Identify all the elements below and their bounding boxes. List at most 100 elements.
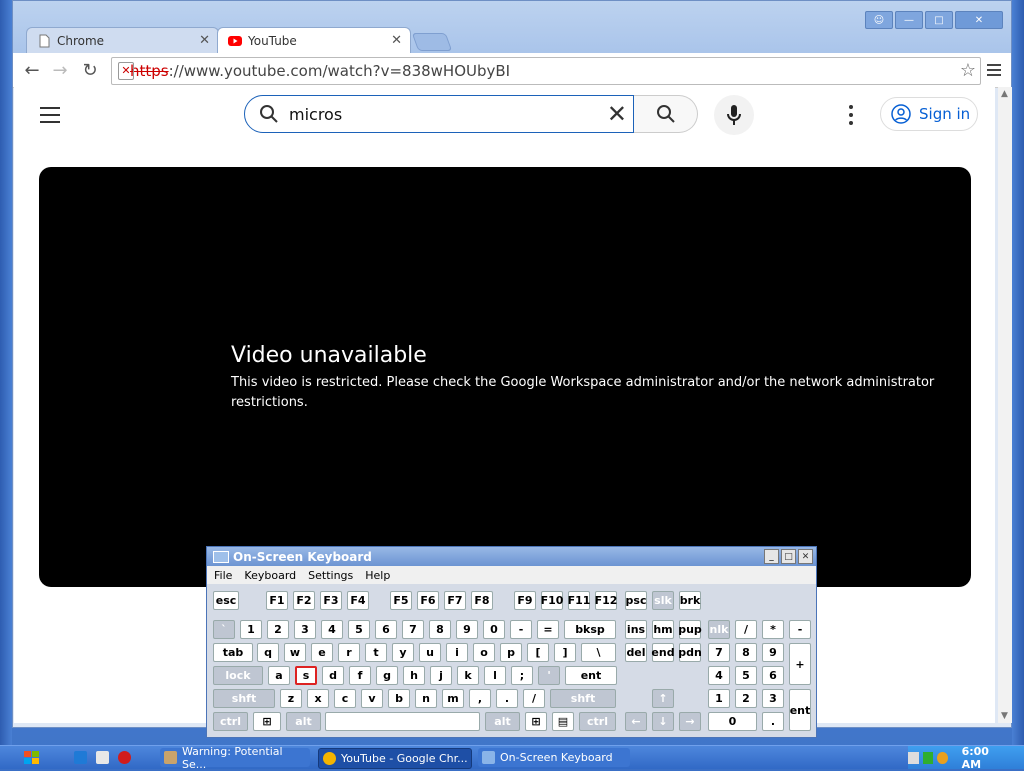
key-t[interactable]: t: [365, 643, 387, 662]
osk-maximize-button[interactable]: □: [781, 549, 796, 564]
back-button[interactable]: ←: [21, 59, 43, 81]
key-ins[interactable]: ins: [625, 620, 647, 639]
key-F2[interactable]: F2: [293, 591, 315, 610]
new-tab-button[interactable]: [411, 33, 453, 51]
scroll-down-icon[interactable]: ▼: [1001, 711, 1008, 721]
key-←[interactable]: ←: [625, 712, 647, 731]
key-4[interactable]: 4: [708, 666, 730, 685]
key-c[interactable]: c: [334, 689, 356, 708]
forward-button[interactable]: →: [49, 59, 71, 81]
menu-file[interactable]: File: [214, 569, 232, 582]
key-F3[interactable]: F3: [320, 591, 342, 610]
clear-search-icon[interactable]: ✕: [607, 102, 627, 126]
key-F11[interactable]: F11: [568, 591, 590, 610]
key-numpad-ent[interactable]: ent: [789, 689, 811, 731]
key-space[interactable]: [325, 712, 480, 731]
key-3[interactable]: 3: [762, 689, 784, 708]
key-.[interactable]: .: [496, 689, 518, 708]
search-input[interactable]: micros ✕: [244, 95, 634, 133]
key-tab[interactable]: tab: [213, 643, 253, 662]
key-alt[interactable]: alt: [485, 712, 520, 731]
key-s[interactable]: s: [295, 666, 317, 685]
close-tab-icon[interactable]: ✕: [199, 33, 210, 48]
key-pup[interactable]: pup: [678, 620, 702, 639]
key-r[interactable]: r: [338, 643, 360, 662]
sign-in-button[interactable]: Sign in: [880, 97, 978, 131]
close-window-button[interactable]: ✕: [955, 11, 1003, 29]
key-v[interactable]: v: [361, 689, 383, 708]
key-numpad-+[interactable]: +: [789, 643, 811, 685]
key-j[interactable]: j: [430, 666, 452, 685]
key-2[interactable]: 2: [735, 689, 757, 708]
taskbar-item-youtube[interactable]: YouTube - Google Chr...: [318, 748, 472, 769]
key-end[interactable]: end: [651, 643, 675, 662]
key-7[interactable]: 7: [708, 643, 730, 662]
key-l[interactable]: l: [484, 666, 506, 685]
hamburger-menu-icon[interactable]: [40, 107, 60, 123]
bookmark-star-icon[interactable]: ☆: [960, 60, 976, 81]
key-F5[interactable]: F5: [390, 591, 412, 610]
more-options-icon[interactable]: [848, 105, 854, 125]
taskbar-item-osk[interactable]: On-Screen Keyboard: [478, 748, 630, 767]
osk-minimize-button[interactable]: _: [764, 549, 779, 564]
tab-youtube[interactable]: YouTube ✕: [217, 27, 411, 53]
key-6[interactable]: 6: [762, 666, 784, 685]
tab-chrome[interactable]: Chrome ✕: [26, 27, 219, 53]
key-F8[interactable]: F8: [471, 591, 493, 610]
key-F7[interactable]: F7: [444, 591, 466, 610]
key-F10[interactable]: F10: [541, 591, 563, 610]
key-psc[interactable]: psc: [625, 591, 647, 610]
key-F1[interactable]: F1: [266, 591, 288, 610]
key-'[interactable]: ': [538, 666, 560, 685]
key-ctrl[interactable]: ctrl: [579, 712, 616, 731]
key-▤[interactable]: ▤: [552, 712, 574, 731]
key-;[interactable]: ;: [511, 666, 533, 685]
page-scrollbar[interactable]: ▲ ▼: [998, 87, 1012, 723]
key-→[interactable]: →: [679, 712, 701, 731]
minimize-button[interactable]: —: [895, 11, 923, 29]
key-9[interactable]: 9: [762, 643, 784, 662]
key-o[interactable]: o: [473, 643, 495, 662]
key-5[interactable]: 5: [348, 620, 370, 639]
key-ent[interactable]: ent: [565, 666, 617, 685]
maximize-button[interactable]: □: [925, 11, 953, 29]
start-button[interactable]: [24, 748, 40, 767]
key-8[interactable]: 8: [429, 620, 451, 639]
key-/[interactable]: /: [735, 620, 757, 639]
key-0[interactable]: 0: [708, 712, 757, 731]
key-w[interactable]: w: [284, 643, 306, 662]
key-h[interactable]: h: [403, 666, 425, 685]
taskbar-item-warning[interactable]: Warning: Potential Se...: [160, 745, 310, 771]
key-q[interactable]: q: [257, 643, 279, 662]
key-↑[interactable]: ↑: [652, 689, 674, 708]
key-y[interactable]: y: [392, 643, 414, 662]
key-F4[interactable]: F4: [347, 591, 369, 610]
osk-close-button[interactable]: ✕: [798, 549, 813, 564]
app-quicklaunch-icon[interactable]: [92, 748, 114, 767]
key-\[interactable]: \: [581, 643, 616, 662]
key-brk[interactable]: brk: [679, 591, 701, 610]
key-[[interactable]: [: [527, 643, 549, 662]
key-,[interactable]: ,: [469, 689, 491, 708]
scroll-up-icon[interactable]: ▲: [1001, 89, 1008, 99]
voice-search-button[interactable]: [714, 95, 754, 135]
key-1[interactable]: 1: [240, 620, 262, 639]
key-F9[interactable]: F9: [514, 591, 536, 610]
tray-network-icon[interactable]: [922, 751, 934, 764]
key-nlk[interactable]: nlk: [708, 620, 730, 639]
key-alt[interactable]: alt: [286, 712, 321, 731]
key-9[interactable]: 9: [456, 620, 478, 639]
key-a[interactable]: a: [268, 666, 290, 685]
key-2[interactable]: 2: [267, 620, 289, 639]
osk-titlebar[interactable]: On-Screen Keyboard _ □ ✕: [207, 547, 816, 566]
key-bksp[interactable]: bksp: [564, 620, 616, 639]
menu-settings[interactable]: Settings: [308, 569, 353, 582]
key--[interactable]: -: [789, 620, 811, 639]
key--[interactable]: -: [510, 620, 532, 639]
key-d[interactable]: d: [322, 666, 344, 685]
key-pdn[interactable]: pdn: [678, 643, 702, 662]
key-ctrl[interactable]: ctrl: [213, 712, 248, 731]
reload-button[interactable]: ↻: [79, 59, 101, 81]
tray-search-icon[interactable]: [937, 751, 948, 764]
key-del[interactable]: del: [625, 643, 647, 662]
